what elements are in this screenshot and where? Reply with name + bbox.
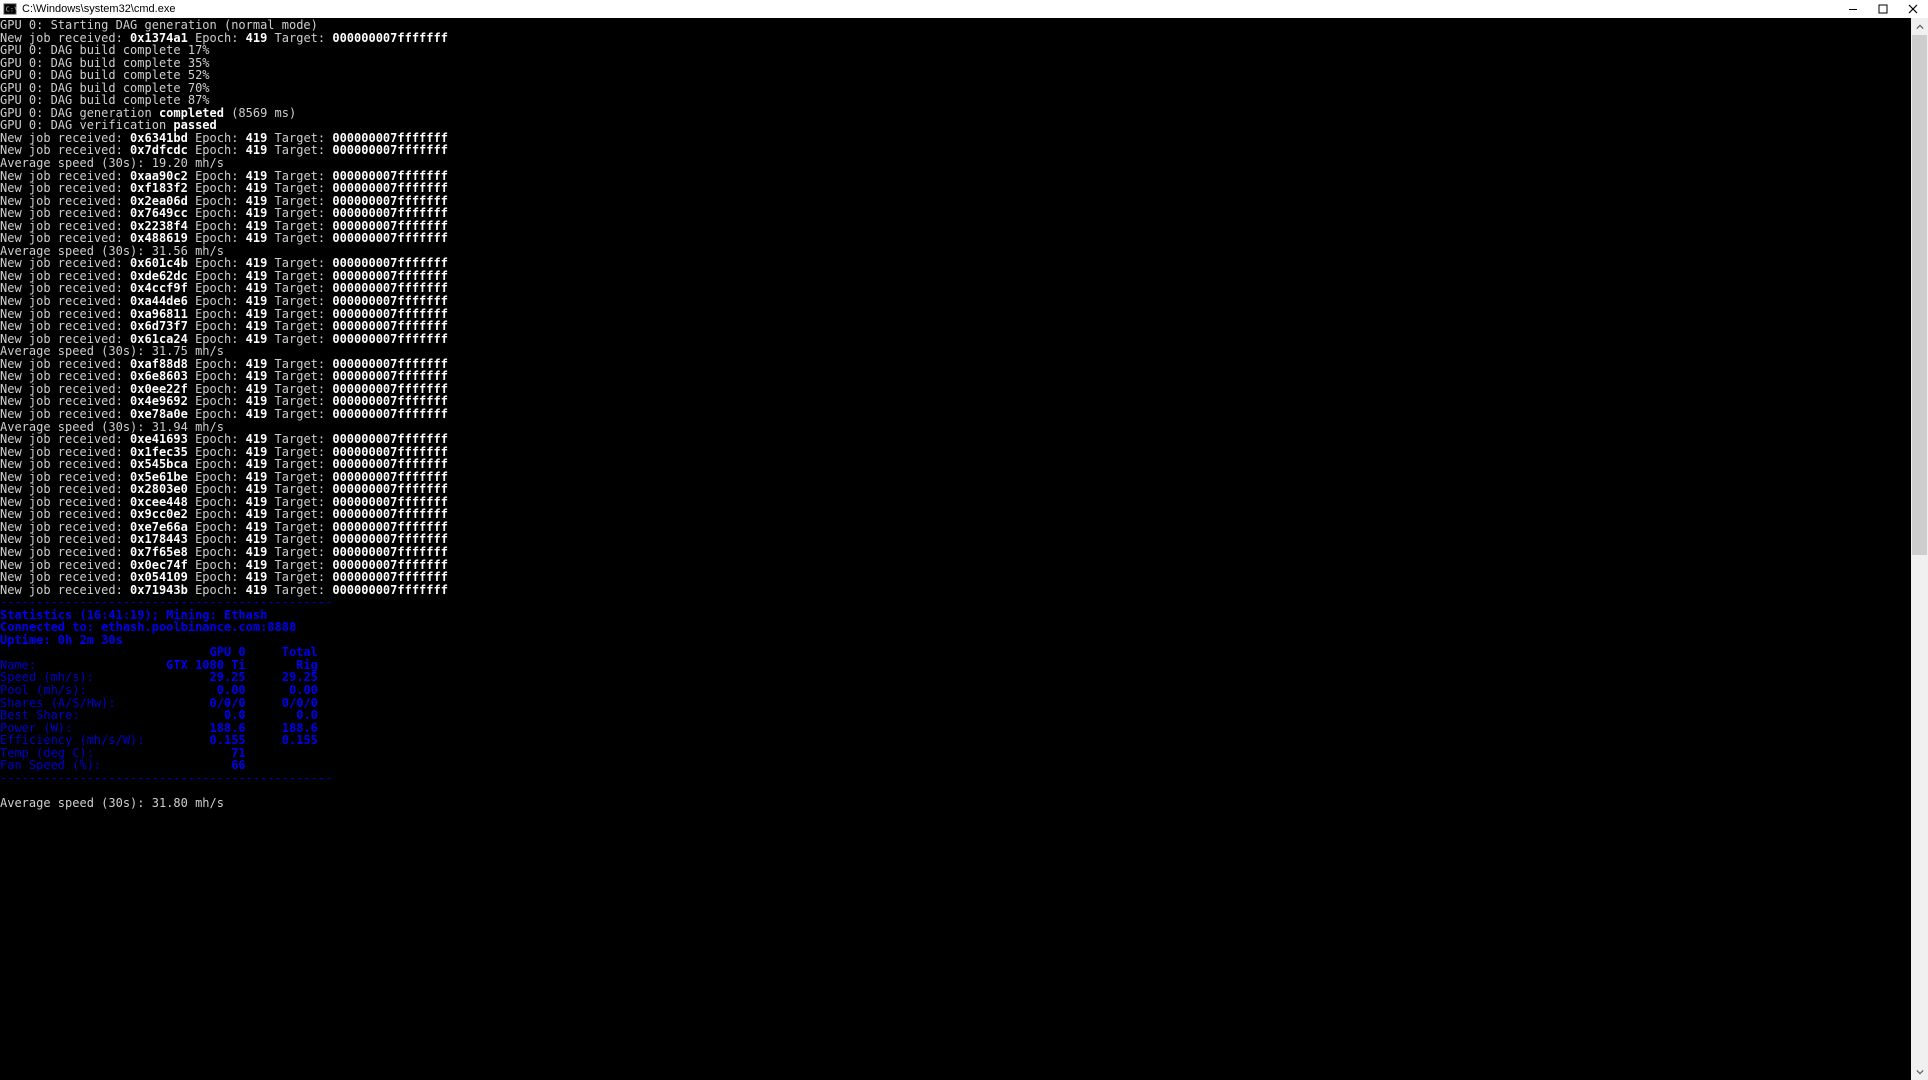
stats-divider: ----------------------------------------… [0,596,1911,609]
avg-speed-footer: Average speed (30s): 31.80 mh/s [0,797,1911,810]
svg-text:C:\: C:\ [6,6,17,14]
log-line: GPU 0: DAG build complete 35% [0,57,1911,70]
terminal-output[interactable]: GPU 0: Starting DAG generation (normal m… [0,18,1911,1080]
stats-connected: Connected to: ethash.poolbinance.com:888… [0,621,1911,634]
minimize-button[interactable] [1838,0,1868,18]
log-line: GPU 0: DAG build complete 52% [0,69,1911,82]
dag-complete-line: GPU 0: DAG generation completed (8569 ms… [0,107,1911,120]
scroll-track[interactable] [1911,35,1928,1063]
stats-divider: ----------------------------------------… [0,772,1911,785]
job-line: New job received: 0x7dfcdc Epoch: 419 Ta… [0,144,1911,157]
scroll-up-button[interactable] [1911,18,1928,35]
terminal-wrap: GPU 0: Starting DAG generation (normal m… [0,18,1928,1080]
log-line: GPU 0: DAG build complete 17% [0,44,1911,57]
maximize-button[interactable] [1868,0,1898,18]
window-title: C:\Windows\system32\cmd.exe [22,3,175,15]
vertical-scrollbar[interactable] [1911,18,1928,1080]
job-line: New job received: 0x61ca24 Epoch: 419 Ta… [0,333,1911,346]
titlebar[interactable]: C:\ C:\Windows\system32\cmd.exe [0,0,1928,18]
scroll-down-button[interactable] [1911,1063,1928,1080]
job-line: New job received: 0xe78a0e Epoch: 419 Ta… [0,408,1911,421]
job-line: New job received: 0x488619 Epoch: 419 Ta… [0,232,1911,245]
close-button[interactable] [1898,0,1928,18]
cmd-icon: C:\ [2,1,18,17]
job-line: New job received: 0x1374a1 Epoch: 419 Ta… [0,32,1911,45]
log-line: GPU 0: DAG build complete 70% [0,82,1911,95]
scroll-thumb[interactable] [1912,35,1927,555]
